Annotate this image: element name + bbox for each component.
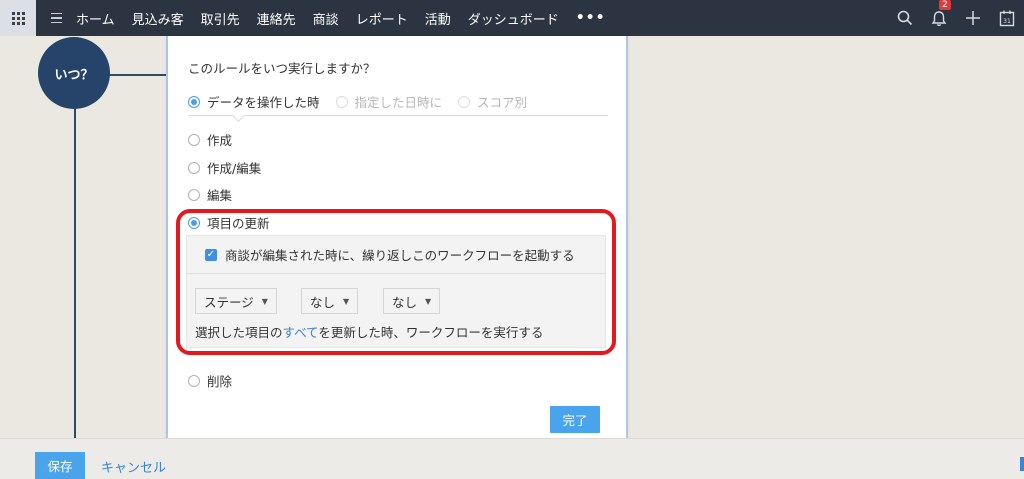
flow-connector-horizontal	[108, 74, 168, 76]
app-grid-icon[interactable]	[0, 0, 36, 36]
panel-question: このルールをいつ実行しますか？	[188, 61, 376, 76]
option-label: 作成	[207, 133, 233, 148]
option-label: 削除	[207, 374, 233, 389]
option-create-or-edit[interactable]: 作成/編集	[188, 158, 261, 177]
nav-item-accounts[interactable]: 取引先	[201, 9, 240, 28]
done-button[interactable]: 完了	[550, 406, 600, 433]
bell-icon[interactable]: 2	[922, 0, 956, 36]
tab-divider	[188, 115, 608, 116]
nav-item-leads[interactable]: 見込み客	[132, 9, 184, 28]
option-label: 作成/編集	[207, 161, 262, 176]
radio-icon	[458, 95, 471, 108]
calendar-icon[interactable]: 31	[990, 0, 1024, 36]
radio-icon	[188, 188, 200, 201]
radio-icon	[188, 95, 200, 108]
when-node[interactable]: いつ？	[38, 37, 110, 109]
top-nav: ホーム 見込み客 取引先 連絡先 商談 レポート 活動 ダッシュボード ••• …	[0, 0, 1024, 36]
tab-label: スコア別	[477, 95, 528, 110]
trigger-type-tabs: データを操作した時 指定した日時に スコア別	[188, 92, 543, 111]
option-edit[interactable]: 編集	[188, 185, 232, 204]
notification-badge: 2	[939, 0, 951, 10]
flow-connector-vertical	[74, 80, 76, 440]
tab-pointer	[232, 109, 245, 122]
nav-more-button[interactable]: •••	[576, 10, 606, 26]
svg-text:31: 31	[1003, 18, 1011, 25]
tab-score[interactable]: スコア別	[458, 92, 527, 111]
nav-item-activities[interactable]: 活動	[425, 9, 451, 28]
nav-item-deals[interactable]: 商談	[313, 9, 339, 28]
tab-date-time[interactable]: 指定した日時に	[335, 92, 443, 111]
tab-record-action[interactable]: データを操作した時	[188, 92, 320, 111]
hamburger-menu-icon[interactable]	[36, 12, 76, 24]
radio-icon	[188, 133, 200, 146]
edge-indicator	[1020, 457, 1024, 471]
save-button[interactable]: 保存	[35, 452, 85, 479]
option-delete[interactable]: 削除	[188, 371, 232, 390]
nav-item-home[interactable]: ホーム	[76, 9, 115, 28]
tab-label: データを操作した時	[207, 95, 320, 110]
option-create[interactable]: 作成	[188, 130, 232, 149]
nav-item-reports[interactable]: レポート	[356, 9, 408, 28]
radio-icon	[188, 374, 200, 387]
bottom-action-bar: 保存 キャンセル	[0, 438, 1024, 479]
radio-icon	[188, 161, 200, 174]
search-icon[interactable]	[888, 0, 922, 36]
highlight-annotation	[176, 209, 616, 355]
radio-icon	[335, 95, 348, 108]
nav-right-tools: 2 31	[888, 0, 1024, 36]
tab-label: 指定した日時に	[354, 95, 443, 110]
option-label: 編集	[207, 188, 233, 203]
plus-icon[interactable]	[956, 0, 990, 36]
nav-item-contacts[interactable]: 連絡先	[257, 9, 296, 28]
nav-item-dashboards[interactable]: ダッシュボード	[468, 9, 559, 28]
cancel-link[interactable]: キャンセル	[101, 457, 166, 476]
